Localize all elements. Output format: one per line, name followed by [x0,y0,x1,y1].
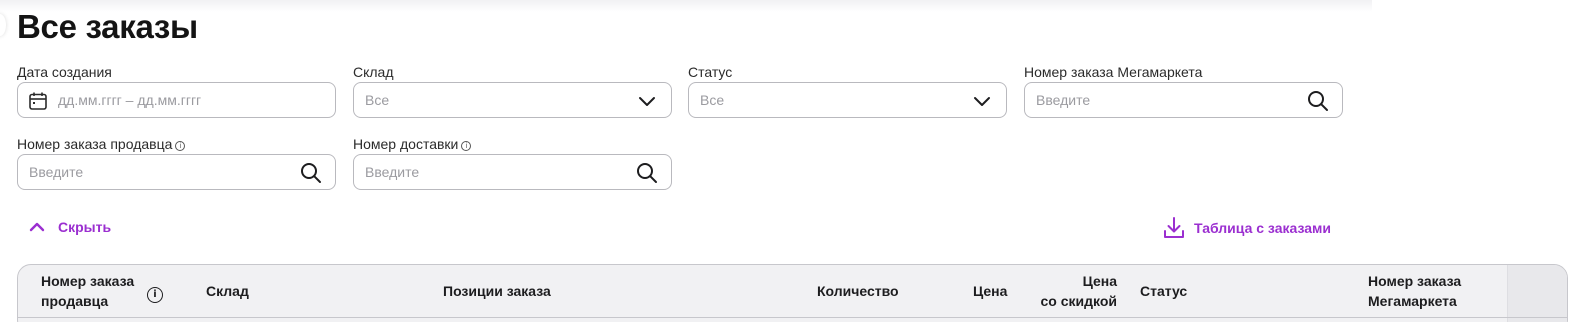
hide-filters-label: Скрыть [58,219,112,235]
export-orders-label: Таблица с заказами [1194,220,1331,236]
search-icon[interactable] [299,161,323,185]
column-header-megamarket-order-line1: Номер заказа [1368,273,1462,289]
status-filter: Статус Все [688,62,1007,118]
hide-filters-button[interactable]: Скрыть [28,218,111,236]
status-value: Все [700,92,725,108]
info-icon[interactable]: i [175,141,186,151]
export-orders-button[interactable]: Таблица с заказами [1163,216,1331,240]
created-date-placeholder: дд.мм.гггг – дд.мм.гггг [58,92,202,108]
column-header-positions[interactable]: Позиции заказа [443,281,551,301]
seller-order-placeholder: Введите [29,164,84,180]
delivery-number-filter: Номер доставки i Введите [353,134,672,190]
chevron-down-icon [974,97,990,106]
column-header-discount-price-line2: со скидкой [1040,293,1118,309]
created-date-label: Дата создания [17,64,112,80]
column-header-quantity[interactable]: Количество [817,281,899,301]
megamarket-order-input[interactable]: Введите [1024,82,1343,118]
created-date-input[interactable]: дд.мм.гггг – дд.мм.гггг [17,82,336,118]
column-header-megamarket-order[interactable]: Номер заказа Мегамаркета [1368,271,1461,311]
delivery-number-label: Номер доставки [353,136,459,152]
seller-order-label-row: Номер заказа продавца i [17,134,336,154]
megamarket-order-label: Номер заказа Мегамаркета [1024,64,1203,80]
column-header-discount-price-line1: Цена [1082,273,1117,289]
info-icon: i [147,287,163,303]
top-bar-shadow [0,0,1372,12]
megamarket-order-filter: Номер заказа Мегамаркета Введите [1024,62,1343,118]
seller-order-info[interactable]: i [147,282,163,303]
warehouse-value: Все [365,92,390,108]
warehouse-filter: Склад Все [353,62,672,118]
seller-order-label: Номер заказа продавца [17,136,173,152]
sidebar-toggle-edge[interactable] [0,14,6,36]
megamarket-order-placeholder: Введите [1036,92,1091,108]
column-header-seller-order[interactable]: Номер заказа продавца [41,271,134,311]
page-title: Все заказы [17,8,198,45]
column-header-warehouse[interactable]: Склад [206,281,249,301]
header-divider [18,317,1567,318]
column-header-discount-price[interactable]: Цена со скидкой [1018,271,1118,311]
download-icon [1164,217,1184,238]
warehouse-select[interactable]: Все [353,82,672,118]
column-header-seller-order-line1: Номер заказа [41,273,135,289]
column-header-status[interactable]: Статус [1140,281,1187,301]
status-select[interactable]: Все [688,82,1007,118]
column-header-seller-order-line2: продавца [41,293,109,309]
created-date-filter: Дата создания дд.мм.гггг – дд.мм.гггг [17,62,336,118]
delivery-number-placeholder: Введите [365,164,420,180]
orders-table: Номер заказа продавца i Склад Позиции за… [17,264,1568,322]
warehouse-label: Склад [353,64,394,80]
column-header-price[interactable]: Цена [973,281,1007,301]
search-icon[interactable] [635,161,659,185]
chevron-up-icon [29,222,45,232]
status-label: Статус [688,64,733,80]
seller-order-input[interactable]: Введите [17,154,336,190]
delivery-number-label-row: Номер доставки i [353,134,672,154]
column-header-megamarket-order-line2: Мегамаркета [1368,293,1457,309]
delivery-number-input[interactable]: Введите [353,154,672,190]
info-icon[interactable]: i [461,141,472,151]
search-icon[interactable] [1306,89,1330,113]
calendar-icon [29,92,47,110]
chevron-down-icon [639,97,655,106]
seller-order-filter: Номер заказа продавца i Введите [17,134,336,190]
sticky-column [1507,265,1567,322]
